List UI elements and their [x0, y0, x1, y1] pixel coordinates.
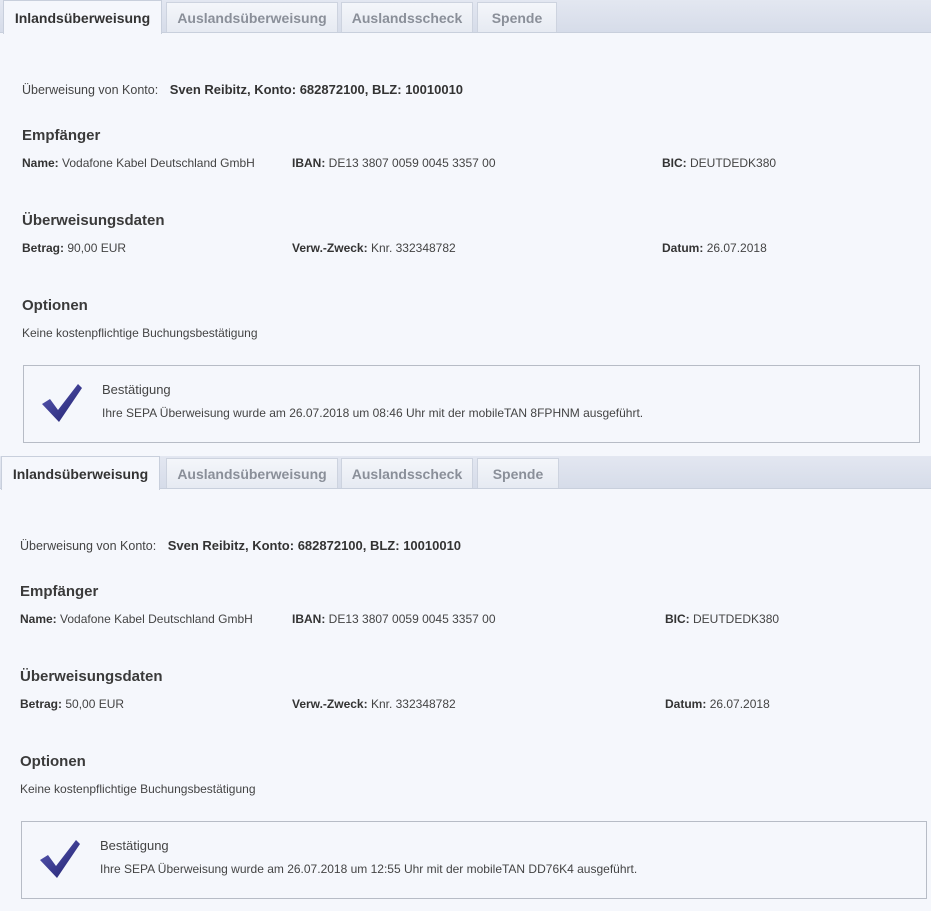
name-label: Name:	[20, 612, 57, 626]
purpose-label: Verw.-Zweck:	[292, 697, 368, 711]
amount-value: 90,00 EUR	[67, 241, 127, 255]
iban-value: DE13 3807 0059 0045 3357 00	[328, 156, 496, 170]
name-label: Name:	[22, 156, 59, 170]
tab-auslandsueberweisung[interactable]: Auslandsüberweisung	[166, 458, 338, 488]
confirmation-box: Bestätigung Ihre SEPA Überweisung wurde …	[23, 365, 920, 443]
name-value: Vodafone Kabel Deutschland GmbH	[62, 156, 255, 170]
bic-value: DEUTDEDK380	[690, 156, 777, 170]
date-value: 26.07.2018	[706, 241, 767, 255]
name-value: Vodafone Kabel Deutschland GmbH	[60, 612, 253, 626]
account-row: Überweisung von Konto: Sven Reibitz, Kon…	[22, 82, 463, 97]
amount-label: Betrag:	[22, 241, 65, 255]
tab-label: Spende	[491, 9, 543, 26]
tab-spende[interactable]: Spende	[477, 2, 557, 32]
transfer-heading: Überweisungsdaten	[22, 212, 165, 229]
tab-bar: Inlandsüberweisung Auslandsüberweisung A…	[0, 0, 931, 34]
date-field: Datum: 26.07.2018	[662, 241, 767, 255]
options-text: Keine kostenpflichtige Buchungsbestätigu…	[20, 782, 256, 796]
recipient-name: Name: Vodafone Kabel Deutschland GmbH	[22, 156, 255, 170]
tab-inlandsueberweisung[interactable]: Inlandsüberweisung	[1, 456, 160, 490]
confirmation-title: Bestätigung	[100, 838, 169, 853]
bic-label: BIC:	[662, 156, 687, 170]
purpose-field: Verw.-Zweck: Knr. 332348782	[292, 697, 456, 711]
amount-value: 50,00 EUR	[65, 697, 125, 711]
tab-inlandsueberweisung[interactable]: Inlandsüberweisung	[3, 0, 162, 34]
amount-field: Betrag: 90,00 EUR	[22, 241, 126, 255]
confirmation-text: Ihre SEPA Überweisung wurde am 26.07.201…	[102, 406, 644, 420]
options-heading: Optionen	[20, 753, 86, 770]
confirmation-title: Bestätigung	[102, 382, 171, 397]
transfer-heading: Überweisungsdaten	[20, 668, 163, 685]
tab-label: Auslandsscheck	[351, 9, 463, 26]
date-field: Datum: 26.07.2018	[665, 697, 770, 711]
tab-label: Inlandsüberweisung	[12, 465, 149, 482]
tab-auslandsscheck[interactable]: Auslandsscheck	[341, 2, 473, 32]
options-text: Keine kostenpflichtige Buchungsbestätigu…	[22, 326, 258, 340]
account-label: Überweisung von Konto:	[20, 539, 157, 553]
date-value: 26.07.2018	[709, 697, 770, 711]
date-label: Datum:	[665, 697, 707, 711]
account-row: Überweisung von Konto: Sven Reibitz, Kon…	[20, 538, 461, 553]
checkmark-icon	[42, 384, 82, 422]
tab-label: Auslandsscheck	[351, 465, 463, 482]
purpose-label: Verw.-Zweck:	[292, 241, 368, 255]
tab-bar: Inlandsüberweisung Auslandsüberweisung A…	[0, 456, 931, 490]
transfer-panel-2: Inlandsüberweisung Auslandsüberweisung A…	[0, 456, 931, 911]
recipient-iban: IBAN: DE13 3807 0059 0045 3357 00	[292, 612, 496, 626]
amount-field: Betrag: 50,00 EUR	[20, 697, 124, 711]
iban-label: IBAN:	[292, 156, 326, 170]
account-label: Überweisung von Konto:	[22, 83, 159, 97]
tab-label: Inlandsüberweisung	[14, 9, 151, 26]
purpose-value: Knr. 332348782	[370, 241, 456, 255]
account-value: Sven Reibitz, Konto: 682872100, BLZ: 100…	[169, 82, 464, 97]
transfer-panel-1: Inlandsüberweisung Auslandsüberweisung A…	[0, 0, 931, 456]
tab-auslandsscheck[interactable]: Auslandsscheck	[341, 458, 473, 488]
options-heading: Optionen	[22, 297, 88, 314]
checkmark-icon	[40, 840, 80, 878]
purpose-value: Knr. 332348782	[370, 697, 456, 711]
account-value: Sven Reibitz, Konto: 682872100, BLZ: 100…	[167, 538, 462, 553]
purpose-field: Verw.-Zweck: Knr. 332348782	[292, 241, 456, 255]
date-label: Datum:	[662, 241, 704, 255]
iban-value: DE13 3807 0059 0045 3357 00	[328, 612, 496, 626]
confirmation-box: Bestätigung Ihre SEPA Überweisung wurde …	[21, 821, 927, 899]
amount-label: Betrag:	[20, 697, 63, 711]
recipient-heading: Empfänger	[20, 583, 99, 600]
tab-label: Auslandsüberweisung	[177, 9, 327, 26]
tab-auslandsueberweisung[interactable]: Auslandsüberweisung	[166, 2, 338, 32]
tab-spende[interactable]: Spende	[477, 458, 559, 488]
recipient-iban: IBAN: DE13 3807 0059 0045 3357 00	[292, 156, 496, 170]
bic-value: DEUTDEDK380	[693, 612, 780, 626]
tab-label: Spende	[492, 465, 544, 482]
iban-label: IBAN:	[292, 612, 326, 626]
recipient-name: Name: Vodafone Kabel Deutschland GmbH	[20, 612, 253, 626]
recipient-heading: Empfänger	[22, 127, 101, 144]
bic-label: BIC:	[665, 612, 690, 626]
tab-label: Auslandsüberweisung	[177, 465, 327, 482]
confirmation-text: Ihre SEPA Überweisung wurde am 26.07.201…	[100, 862, 638, 876]
recipient-bic: BIC: DEUTDEDK380	[665, 612, 779, 626]
recipient-bic: BIC: DEUTDEDK380	[662, 156, 776, 170]
